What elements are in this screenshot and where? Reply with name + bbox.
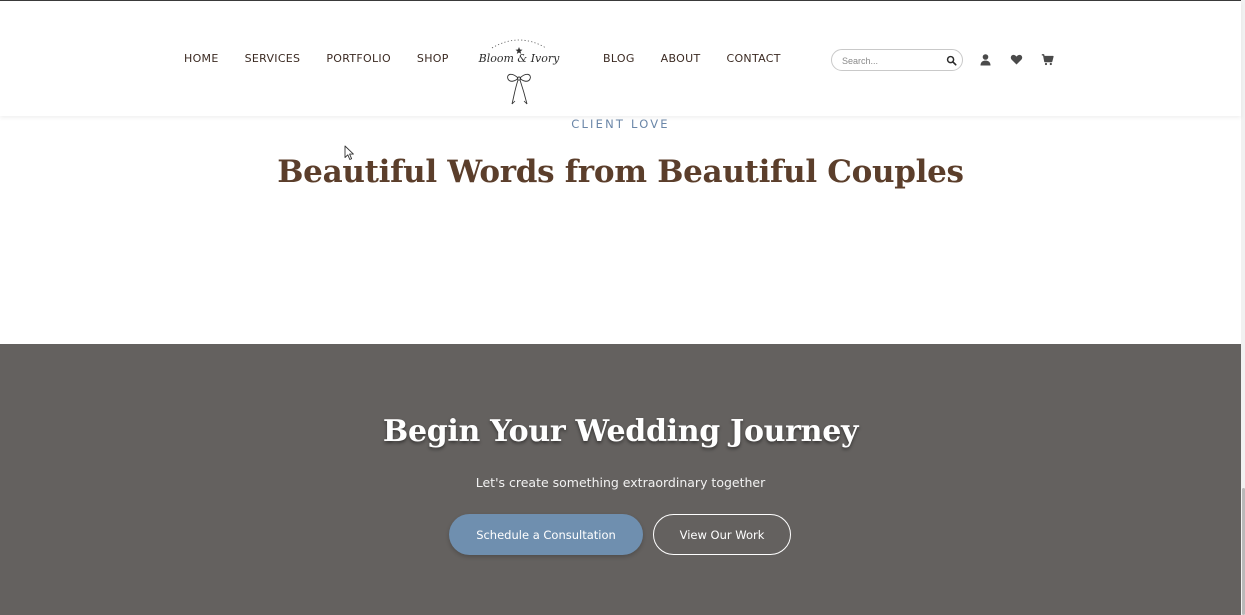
site-header: HOME SERVICES PORTFOLIO SHOP Bloom & Ivo…	[0, 2, 1241, 116]
nav-contact[interactable]: CONTACT	[726, 52, 780, 65]
nav-about[interactable]: ABOUT	[661, 52, 701, 65]
bow-logo-graphic	[491, 39, 547, 105]
view-our-work-button[interactable]: View Our Work	[653, 514, 791, 555]
cta-heading: Begin Your Wedding Journey	[382, 414, 859, 449]
site-logo[interactable]: Bloom & Ivory	[470, 34, 568, 108]
logo-wordmark: Bloom & Ivory	[478, 52, 560, 65]
nav-home[interactable]: HOME	[184, 52, 219, 65]
mouse-pointer-icon	[344, 145, 354, 160]
wishlist-heart-icon[interactable]	[1010, 53, 1023, 66]
page-scrollbar[interactable]	[1241, 0, 1245, 615]
section-eyebrow: CLIENT LOVE	[571, 117, 670, 131]
browser-viewport: HOME SERVICES PORTFOLIO SHOP Bloom & Ivo…	[0, 0, 1245, 615]
account-icon[interactable]	[979, 53, 992, 66]
nav-portfolio[interactable]: PORTFOLIO	[326, 52, 391, 65]
nav-blog[interactable]: BLOG	[603, 52, 635, 65]
primary-nav-right: BLOG ABOUT CONTACT	[603, 52, 781, 65]
cart-icon[interactable]	[1041, 53, 1054, 66]
testimonials-section: CLIENT LOVE Beautiful Words from Beautif…	[0, 116, 1241, 344]
search-icon[interactable]	[946, 55, 957, 66]
cta-subheading: Let's create something extraordinary tog…	[475, 475, 766, 490]
primary-nav-left: HOME SERVICES PORTFOLIO SHOP	[184, 52, 449, 65]
testimonials-heading: Beautiful Words from Beautiful Couples	[277, 154, 964, 190]
cta-section: Begin Your Wedding Journey Let's create …	[0, 344, 1241, 615]
search-input[interactable]	[842, 53, 942, 68]
schedule-consultation-button[interactable]: Schedule a Consultation	[449, 514, 643, 555]
nav-services[interactable]: SERVICES	[245, 52, 301, 65]
page: HOME SERVICES PORTFOLIO SHOP Bloom & Ivo…	[0, 0, 1241, 615]
nav-shop[interactable]: SHOP	[417, 52, 449, 65]
search-box	[831, 49, 963, 71]
